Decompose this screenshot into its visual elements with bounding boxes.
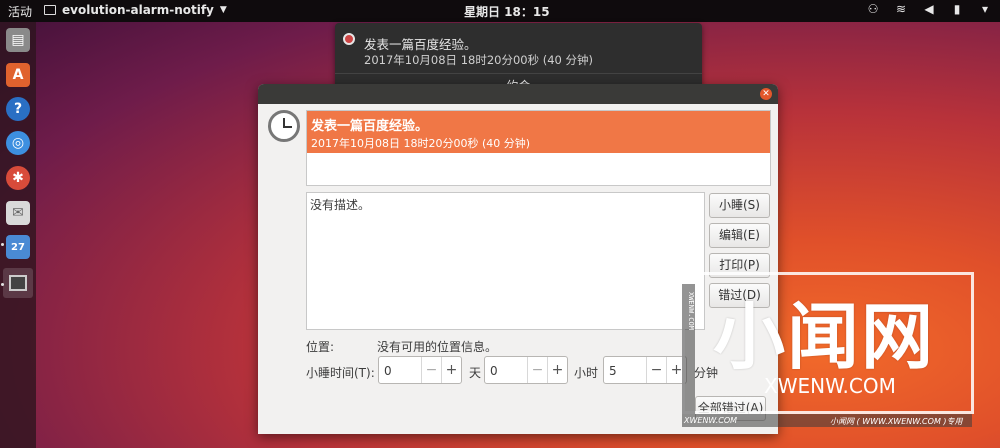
notification-time: 2017年10月08日 18时20分00秒 (40 分钟) bbox=[364, 53, 594, 67]
minus-icon[interactable]: − bbox=[527, 357, 547, 383]
app-menu-label: evolution-alarm-notify bbox=[62, 3, 214, 17]
minutes-stepper[interactable]: 5 − + bbox=[603, 356, 687, 384]
plus-icon[interactable]: + bbox=[441, 357, 461, 383]
software-center-icon[interactable]: A bbox=[6, 63, 30, 87]
minus-icon[interactable]: − bbox=[646, 357, 666, 383]
window-icon bbox=[44, 5, 56, 15]
watermark-bottom-left: XWENW.COM bbox=[684, 416, 738, 425]
edit-button[interactable]: 编辑(E) bbox=[709, 223, 770, 248]
notification-title: 发表一篇百度经验。 bbox=[364, 37, 477, 52]
volume-icon[interactable]: ◀ bbox=[922, 2, 936, 16]
event-title: 发表一篇百度经验。 bbox=[311, 119, 429, 134]
alarm-app-icon[interactable] bbox=[3, 268, 33, 298]
calendar-icon[interactable]: 27 bbox=[6, 235, 30, 259]
system-tray[interactable]: ⚇ ≋ ◀ ▮ ▾ bbox=[866, 2, 992, 16]
activities-button[interactable]: 活动 bbox=[8, 3, 32, 20]
watermark-domain: XWENW.COM bbox=[764, 374, 896, 398]
event-time: 2017年10月08日 18时20分00秒 (40 分钟) bbox=[311, 137, 531, 150]
settings-icon[interactable]: ✱ bbox=[6, 166, 30, 190]
hours-unit: 小时 bbox=[574, 366, 599, 380]
description-box[interactable]: 没有描述。 bbox=[306, 192, 705, 330]
hours-stepper[interactable]: 0 − + bbox=[484, 356, 568, 384]
dock: ▤ A ? ◎ ✱ ✉ 27 bbox=[0, 22, 36, 448]
battery-icon[interactable]: ▮ bbox=[950, 2, 964, 16]
location-label: 位置: bbox=[306, 340, 335, 354]
hours-value[interactable]: 0 bbox=[485, 357, 527, 383]
clock[interactable]: 星期日 18：15 bbox=[464, 3, 550, 20]
browser-icon[interactable]: ◎ bbox=[6, 131, 30, 155]
close-icon[interactable]: ✕ bbox=[760, 88, 772, 100]
snooze-time-label: 小睡时间(T): bbox=[306, 366, 375, 380]
list-item[interactable]: 发表一篇百度经验。 2017年10月08日 18时20分00秒 (40 分钟) bbox=[307, 111, 770, 153]
dialog-titlebar[interactable]: ✕ bbox=[258, 84, 778, 104]
chevron-down-icon: ▼ bbox=[219, 5, 227, 15]
minus-icon[interactable]: − bbox=[421, 357, 441, 383]
alarm-clock-icon bbox=[343, 33, 355, 45]
plus-icon[interactable]: + bbox=[547, 357, 567, 383]
accessibility-icon[interactable]: ⚇ bbox=[866, 2, 880, 16]
days-unit: 天 bbox=[469, 366, 482, 380]
days-value[interactable]: 0 bbox=[379, 357, 421, 383]
days-stepper[interactable]: 0 − + bbox=[378, 356, 462, 384]
location-value: 没有可用的位置信息。 bbox=[377, 340, 498, 354]
minutes-value[interactable]: 5 bbox=[604, 357, 646, 383]
app-menu[interactable]: evolution-alarm-notify ▼ bbox=[44, 3, 227, 17]
watermark-bottom-right: 小闻网 ( WWW.XWENW.COM )专用 bbox=[830, 417, 963, 426]
files-icon[interactable]: ▤ bbox=[6, 28, 30, 52]
clock-icon bbox=[268, 110, 300, 142]
snooze-button[interactable]: 小睡(S) bbox=[709, 193, 770, 218]
running-indicator bbox=[1, 243, 4, 246]
mail-icon[interactable]: ✉ bbox=[6, 201, 30, 225]
watermark-logo: 小闻网 bbox=[713, 295, 936, 379]
top-bar: 活动 evolution-alarm-notify ▼ 星期日 18：15 ⚇ … bbox=[0, 0, 1000, 22]
event-list[interactable]: 发表一篇百度经验。 2017年10月08日 18时20分00秒 (40 分钟) bbox=[306, 110, 771, 186]
chevron-down-icon[interactable]: ▾ bbox=[978, 2, 992, 16]
wifi-icon[interactable]: ≋ bbox=[894, 2, 908, 16]
watermark-side-text: XWENW.COM bbox=[687, 292, 695, 330]
help-icon[interactable]: ? bbox=[6, 97, 30, 121]
